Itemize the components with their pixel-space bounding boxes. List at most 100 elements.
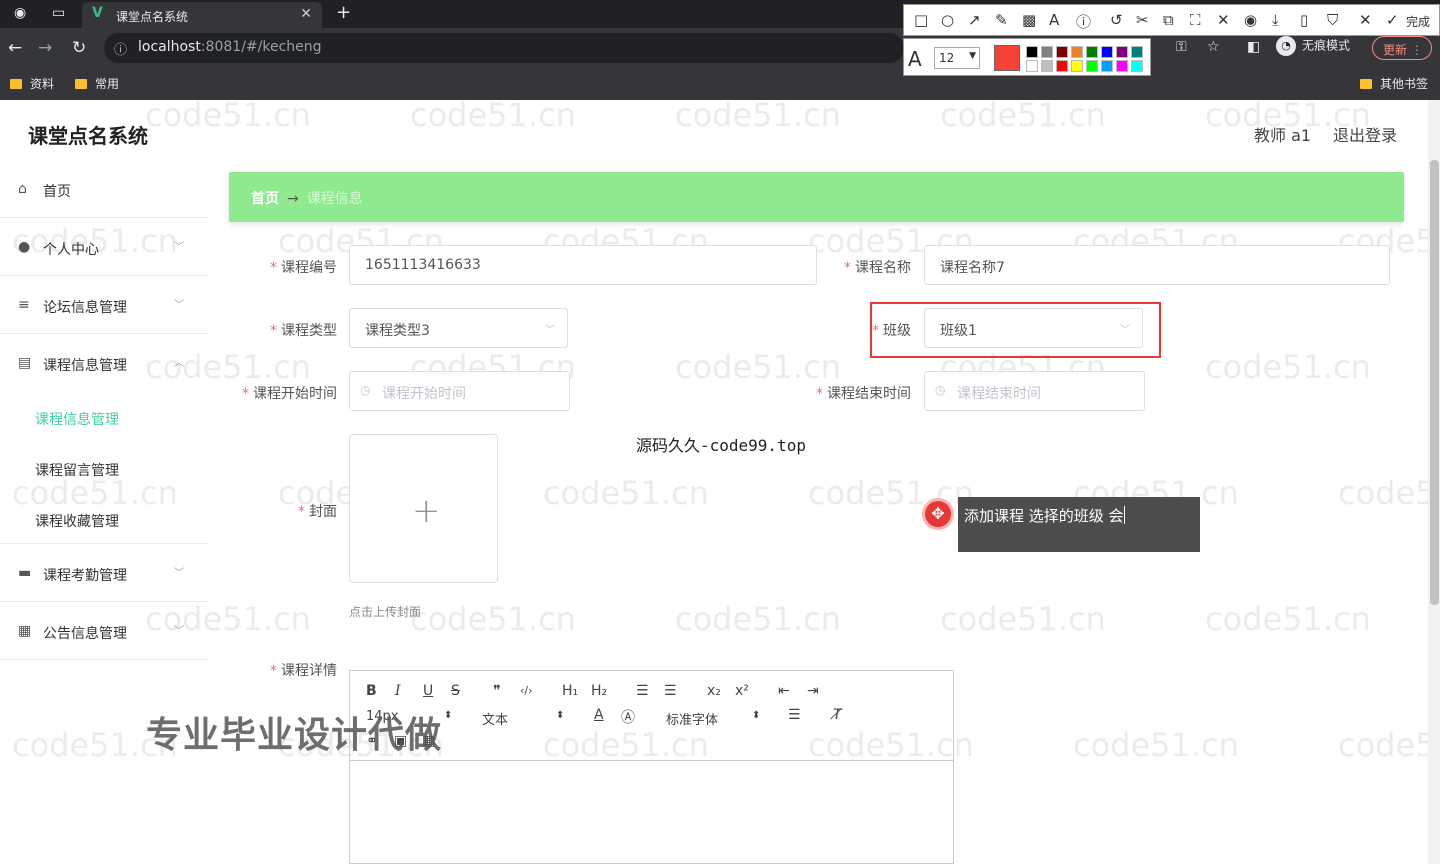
code-block-button[interactable]: ‹/› bbox=[520, 684, 533, 697]
color-swatch[interactable] bbox=[1026, 60, 1038, 72]
bookmark-folder-2[interactable]: 常用 bbox=[75, 75, 119, 92]
translate-icon[interactable]: ⧉ bbox=[1163, 11, 1174, 29]
cancel-icon[interactable]: ✕ bbox=[1359, 11, 1372, 29]
bookmark-folder-1[interactable]: 资料 bbox=[10, 75, 54, 92]
blockquote-button[interactable]: ❞ bbox=[493, 683, 501, 699]
sub-item-course-favorites[interactable]: 课程收藏管理 bbox=[35, 511, 119, 531]
strike-button[interactable]: S bbox=[451, 683, 460, 699]
sub-item-course-comments[interactable]: 课程留言管理 bbox=[35, 460, 119, 480]
mosaic-tool-icon[interactable]: ▩ bbox=[1022, 11, 1036, 29]
rectangle-tool-icon[interactable]: □ bbox=[914, 11, 928, 29]
annotation-text-box[interactable]: 添加课程 选择的班级 会 bbox=[958, 497, 1200, 552]
sidebar-item-attendance[interactable]: ▬ 课程考勤管理 ﹀ bbox=[0, 544, 208, 602]
editor-content-area[interactable] bbox=[350, 762, 953, 863]
bookmark-icon[interactable]: ⛉ bbox=[1327, 11, 1338, 29]
cover-upload-tip: 点击上传封面 bbox=[349, 605, 422, 619]
arrow-tool-icon[interactable]: ↗ bbox=[968, 11, 981, 29]
download-icon[interactable]: ⤓ bbox=[1272, 11, 1279, 29]
italic-button[interactable]: I bbox=[395, 683, 401, 699]
move-handle-icon[interactable]: ✥ bbox=[922, 498, 954, 530]
ordered-list-button[interactable]: ☰ bbox=[636, 683, 649, 699]
text-tool-icon[interactable]: A bbox=[1049, 11, 1059, 29]
logout-link[interactable]: 退出登录 bbox=[1333, 122, 1397, 146]
document-icon: ▤ bbox=[18, 355, 32, 371]
heading1-button[interactable]: H₁ bbox=[562, 683, 578, 699]
current-color-swatch[interactable] bbox=[994, 45, 1020, 71]
bullet-list-button[interactable]: ☰ bbox=[664, 683, 677, 699]
color-swatch[interactable] bbox=[1041, 60, 1053, 72]
font-size-select[interactable]: 12 ▼ bbox=[934, 47, 980, 69]
start-time-picker[interactable]: ◷ 课程开始时间 bbox=[349, 371, 570, 411]
tiled-watermark: code51.cn bbox=[940, 96, 1106, 134]
record-icon[interactable]: ◉ bbox=[1244, 11, 1257, 29]
page-scrollbar-thumb[interactable] bbox=[1430, 160, 1439, 605]
site-info-icon[interactable]: ⓘ bbox=[114, 39, 127, 58]
superscript-button[interactable]: x² bbox=[735, 683, 749, 699]
color-swatch[interactable] bbox=[1101, 60, 1113, 72]
reload-icon[interactable]: ↻ bbox=[72, 38, 86, 58]
color-swatch[interactable] bbox=[1071, 60, 1083, 72]
forward-icon[interactable]: → bbox=[38, 38, 52, 58]
course-name-label: * 课程名称 bbox=[844, 260, 911, 276]
bold-button[interactable]: B bbox=[366, 683, 377, 699]
browser-tab[interactable]: V 课堂点名系统 ✕ bbox=[82, 2, 322, 28]
color-swatch[interactable] bbox=[1056, 60, 1068, 72]
indent-button[interactable]: ⇥ bbox=[807, 683, 819, 699]
breadcrumb-home[interactable]: 首页 bbox=[251, 191, 279, 207]
background-color-icon[interactable]: Ⓐ bbox=[621, 707, 635, 727]
sidebar-item-forum[interactable]: ≡ 论坛信息管理 ﹀ bbox=[0, 276, 208, 334]
color-swatch[interactable] bbox=[1116, 46, 1128, 58]
sub-item-course-info[interactable]: 课程信息管理 bbox=[35, 409, 119, 429]
sidebar-item-home[interactable]: ⌂ 首页 bbox=[0, 160, 208, 218]
sidebar-item-profile[interactable]: ● 个人中心 ﹀ bbox=[0, 218, 208, 276]
undo-icon[interactable]: ↺ bbox=[1110, 11, 1123, 29]
color-swatch[interactable] bbox=[1116, 60, 1128, 72]
app-title: 课堂点名系统 bbox=[28, 124, 148, 148]
pen-tool-icon[interactable]: ✎ bbox=[995, 11, 1008, 29]
align-icon[interactable]: ☰ bbox=[788, 707, 801, 723]
promo-watermark: 专业毕业设计代做 bbox=[146, 715, 443, 756]
course-type-select[interactable]: 课程类型3 ﹀ bbox=[349, 308, 568, 348]
other-bookmarks[interactable]: 其他书签 bbox=[1360, 75, 1428, 92]
color-swatch[interactable] bbox=[1086, 60, 1098, 72]
end-time-picker[interactable]: ◷ 课程结束时间 bbox=[924, 371, 1145, 411]
heading2-button[interactable]: H₂ bbox=[591, 683, 607, 699]
subscript-button[interactable]: x₂ bbox=[707, 683, 721, 699]
cover-upload-button[interactable]: + bbox=[349, 434, 498, 583]
tab-close-icon[interactable]: ✕ bbox=[300, 6, 312, 22]
tiled-watermark: code51.cn bbox=[940, 600, 1106, 638]
outdent-button[interactable]: ⇤ bbox=[778, 683, 790, 699]
confirm-icon[interactable]: ✓ bbox=[1386, 11, 1399, 29]
color-swatch[interactable] bbox=[1086, 46, 1098, 58]
pin-icon[interactable]: ✕ bbox=[1217, 11, 1230, 29]
scan-icon[interactable]: ⛶ bbox=[1190, 11, 1201, 29]
sidebar-item-notice[interactable]: ▦ 公告信息管理 ﹀ bbox=[0, 602, 208, 660]
back-icon[interactable]: ← bbox=[8, 38, 22, 58]
color-swatch[interactable] bbox=[1131, 46, 1143, 58]
color-swatch[interactable] bbox=[1056, 46, 1068, 58]
new-tab-button[interactable]: + bbox=[336, 2, 351, 23]
color-swatch[interactable] bbox=[1026, 46, 1038, 58]
url-input[interactable]: ⓘ localhost:8081/#/kecheng bbox=[104, 33, 904, 63]
user-icon: ● bbox=[18, 239, 31, 255]
phone-icon[interactable]: ▯ bbox=[1300, 11, 1308, 29]
start-time-label: * 课程开始时间 bbox=[242, 386, 337, 402]
font-color-icon[interactable]: A bbox=[594, 707, 604, 723]
color-swatch[interactable] bbox=[1071, 46, 1083, 58]
color-swatch[interactable] bbox=[1041, 46, 1053, 58]
number-tool-icon[interactable]: ⓘ bbox=[1076, 11, 1091, 32]
color-swatch[interactable] bbox=[1101, 46, 1113, 58]
breadcrumb: 首页 → 课程信息 bbox=[229, 172, 1404, 222]
clear-format-icon[interactable]: T̸ bbox=[833, 707, 842, 723]
scissors-icon[interactable]: ✂ bbox=[1136, 11, 1149, 29]
course-code-input[interactable]: 1651113416633 bbox=[349, 245, 817, 285]
heading-picker[interactable]: 文本 ⬍ bbox=[482, 709, 572, 728]
sidebar-item-course[interactable]: ▤ 课程信息管理 ︿ 课程信息管理 课程留言管理 课程收藏管理 bbox=[0, 334, 208, 544]
underline-button[interactable]: U bbox=[423, 683, 433, 699]
font-family-picker[interactable]: 标准字体 ⬍ bbox=[666, 709, 762, 728]
color-swatch[interactable] bbox=[1131, 60, 1143, 72]
course-name-input[interactable]: 课程名称7 bbox=[924, 245, 1390, 285]
tab-search-icon[interactable]: ▭ bbox=[52, 5, 65, 21]
ellipse-tool-icon[interactable]: ○ bbox=[941, 11, 954, 29]
done-button[interactable]: 完成 bbox=[1406, 13, 1430, 30]
